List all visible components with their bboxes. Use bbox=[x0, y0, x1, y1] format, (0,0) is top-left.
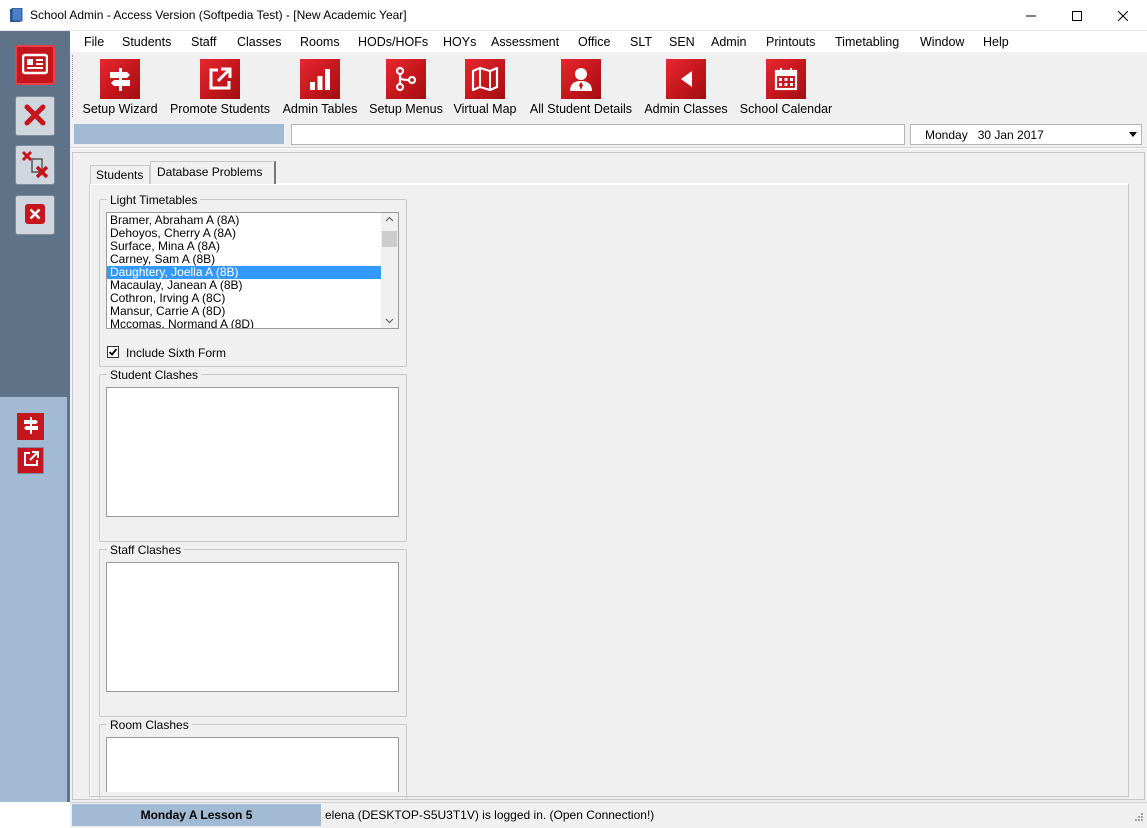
all-student-details-button[interactable]: All Student Details bbox=[524, 52, 638, 120]
staff-clashes-label: Staff Clashes bbox=[107, 543, 185, 557]
admin-tables-button[interactable]: Admin Tables bbox=[280, 52, 360, 120]
school-calendar-button[interactable]: School Calendar bbox=[736, 52, 836, 120]
menu-students[interactable]: Students bbox=[122, 35, 171, 49]
admin-classes-label: Admin Classes bbox=[644, 102, 728, 116]
menu-printouts[interactable]: Printouts bbox=[766, 35, 815, 49]
student-card-button[interactable] bbox=[15, 45, 55, 85]
bar-chart-icon bbox=[300, 59, 340, 99]
id-card-icon bbox=[21, 53, 49, 78]
info-field[interactable] bbox=[291, 124, 905, 145]
menu-staff[interactable]: Staff bbox=[191, 35, 216, 49]
map-icon bbox=[465, 59, 505, 99]
boxed-x-icon bbox=[23, 202, 47, 229]
menu-rooms[interactable]: Rooms bbox=[300, 35, 340, 49]
virtual-map-label: Virtual Map bbox=[453, 102, 517, 116]
promote-students-button[interactable]: Promote Students bbox=[166, 52, 274, 120]
back-arrow-icon bbox=[666, 59, 706, 99]
menu-hoys[interactable]: HOYs bbox=[443, 35, 476, 49]
signpost-icon bbox=[22, 416, 40, 437]
window-title: School Admin - Access Version (Softpedia… bbox=[30, 8, 407, 22]
student-clashes-label: Student Clashes bbox=[107, 368, 202, 382]
menu-assessment[interactable]: Assessment bbox=[491, 35, 559, 49]
promote-students-shortcut[interactable] bbox=[17, 447, 44, 474]
menu-office[interactable]: Office bbox=[578, 35, 610, 49]
setup-wizard-label: Setup Wizard bbox=[82, 102, 158, 116]
school-calendar-label: School Calendar bbox=[739, 102, 833, 116]
setup-menus-button[interactable]: Setup Menus bbox=[366, 52, 446, 120]
external-link-icon bbox=[200, 59, 240, 99]
menu-classes[interactable]: Classes bbox=[237, 35, 281, 49]
date-select-value: Monday 30 Jan 2017 bbox=[925, 127, 1044, 142]
light-timetables-label: Light Timetables bbox=[107, 193, 201, 207]
exit-button[interactable] bbox=[15, 195, 55, 235]
external-link-icon bbox=[22, 450, 40, 471]
setup-wizard-shortcut[interactable] bbox=[17, 413, 44, 440]
admin-classes-button[interactable]: Admin Classes bbox=[642, 52, 730, 120]
close-form-button[interactable] bbox=[15, 96, 55, 136]
menu-slt[interactable]: SLT bbox=[630, 35, 652, 49]
signpost-icon bbox=[100, 59, 140, 99]
menu-admin[interactable]: Admin bbox=[711, 35, 746, 49]
menu-timetabling[interactable]: Timetabling bbox=[835, 35, 899, 49]
menu-help[interactable]: Help bbox=[983, 35, 1009, 49]
admin-tables-label: Admin Tables bbox=[282, 102, 358, 116]
virtual-map-button[interactable]: Virtual Map bbox=[450, 52, 520, 120]
menu-window[interactable]: Window bbox=[920, 35, 964, 49]
minimize-button[interactable] bbox=[1008, 0, 1054, 31]
menu-file[interactable]: File bbox=[84, 35, 104, 49]
tab-database-problems[interactable]: Database Problems bbox=[150, 161, 276, 184]
staff-clashes-list[interactable] bbox=[106, 562, 399, 692]
maximize-button[interactable] bbox=[1054, 0, 1100, 31]
login-status: elena (DESKTOP-S5U3T1V) is logged in. (O… bbox=[325, 808, 655, 822]
all-student-details-label: All Student Details bbox=[529, 102, 633, 116]
scrollbar-thumb[interactable] bbox=[382, 231, 397, 247]
light-timetables-list[interactable]: Bramer, Abraham A (8A) Dehoyos, Cherry A… bbox=[106, 212, 399, 329]
close-all-button[interactable] bbox=[15, 145, 55, 185]
room-clashes-list[interactable] bbox=[106, 737, 399, 792]
student-clashes-list[interactable] bbox=[106, 387, 399, 517]
chevron-down-icon[interactable] bbox=[1125, 125, 1141, 144]
list-item[interactable]: Mccomas, Normand A (8D) bbox=[107, 318, 382, 329]
setup-wizard-button[interactable]: Setup Wizard bbox=[80, 52, 160, 120]
date-select[interactable]: Monday 30 Jan 2017 bbox=[910, 124, 1142, 145]
multi-x-icon bbox=[20, 149, 50, 182]
room-clashes-label: Room Clashes bbox=[107, 718, 192, 732]
menu-sen[interactable]: SEN bbox=[669, 35, 695, 49]
app-icon bbox=[9, 7, 23, 23]
branch-icon bbox=[386, 59, 426, 99]
info-panel bbox=[74, 124, 284, 144]
title-bar: School Admin - Access Version (Softpedia… bbox=[0, 0, 1147, 31]
close-button[interactable] bbox=[1100, 0, 1146, 31]
promote-students-label: Promote Students bbox=[169, 102, 271, 116]
toolbar-grip[interactable] bbox=[72, 55, 75, 117]
red-x-icon bbox=[23, 103, 47, 130]
calendar-icon bbox=[766, 59, 806, 99]
current-lesson: Monday A Lesson 5 bbox=[72, 804, 321, 826]
setup-menus-label: Setup Menus bbox=[369, 102, 443, 116]
person-icon bbox=[561, 59, 601, 99]
include-sixth-form-label: Include Sixth Form bbox=[126, 346, 227, 360]
menu-hods-hofs[interactable]: HODs/HOFs bbox=[358, 35, 428, 49]
resize-grip[interactable] bbox=[1132, 812, 1144, 824]
tab-students[interactable]: Students bbox=[90, 165, 150, 184]
include-sixth-form-checkbox[interactable] bbox=[107, 346, 119, 358]
